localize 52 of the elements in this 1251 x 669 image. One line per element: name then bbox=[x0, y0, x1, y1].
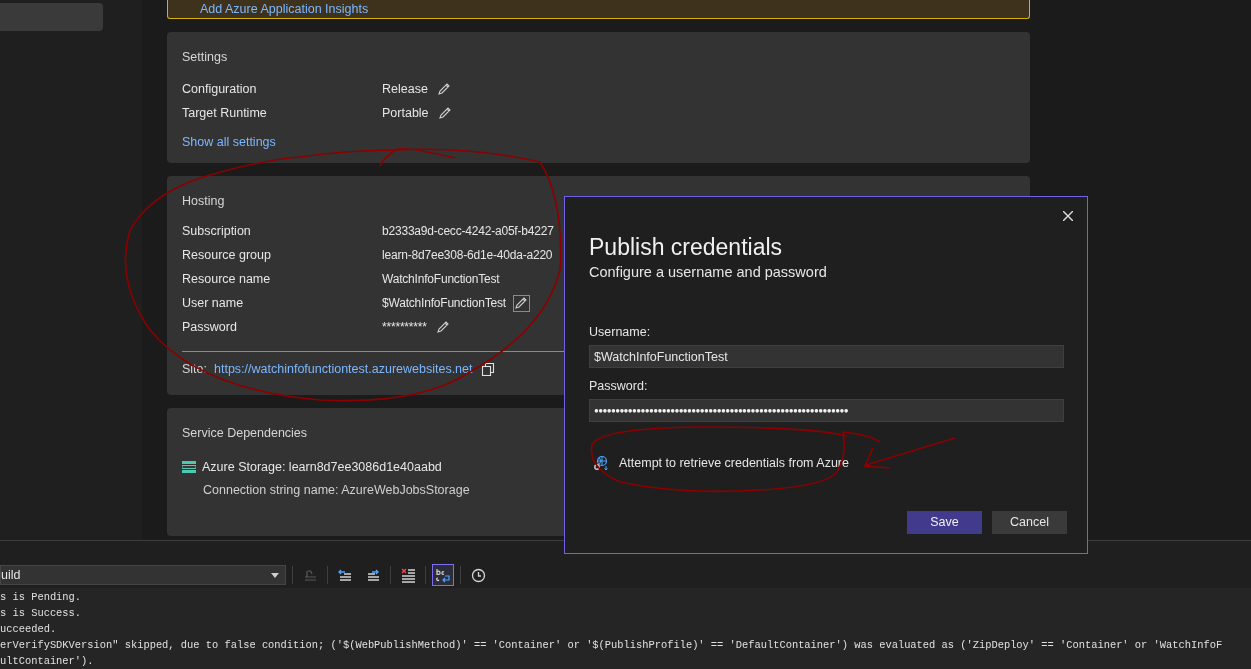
copy-icon[interactable] bbox=[480, 362, 495, 376]
card-title: Settings bbox=[182, 49, 229, 66]
storage-icon bbox=[182, 461, 196, 474]
username-field[interactable]: $WatchInfoFunctionTest bbox=[589, 345, 1064, 368]
setting-label: Target Runtime bbox=[182, 104, 268, 122]
close-button[interactable] bbox=[1061, 209, 1075, 223]
output-line: s is Success. bbox=[0, 606, 82, 621]
output-line: s is Pending. bbox=[0, 590, 82, 605]
setting-label: Configuration bbox=[182, 80, 258, 98]
caret-icon bbox=[271, 572, 279, 578]
save-button[interactable]: Save bbox=[907, 511, 982, 534]
globe-gear-icon[interactable] bbox=[593, 455, 609, 472]
edit-icon[interactable] bbox=[514, 296, 529, 310]
dependency-name: Azure Storage: learn8d7ee3086d1e40aabd bbox=[202, 459, 442, 476]
hosting-value: learn-8d7ee308-6d1e-40da-a220 bbox=[382, 247, 553, 264]
edit-icon[interactable] bbox=[436, 82, 451, 96]
clear-all-icon bbox=[399, 566, 417, 584]
edit-icon[interactable] bbox=[435, 320, 450, 334]
hosting-value: WatchInfoFunctionTest bbox=[382, 271, 500, 288]
site-link[interactable]: https://watchinfofunctiontest.azurewebsites.net bbox=[214, 359, 473, 379]
output-line: ultContainer'). bbox=[0, 654, 94, 669]
retrieve-credentials-link[interactable]: Attempt to retrieve credentials from Azure bbox=[619, 454, 849, 473]
hosting-label: Password bbox=[182, 318, 238, 336]
hosting-value: $WatchInfoFunctionTest bbox=[382, 295, 506, 312]
hosting-value: b2333a9d-cecc-4242-a05f-b4227 bbox=[382, 223, 554, 240]
edit-icon[interactable] bbox=[437, 106, 452, 120]
hosting-label: Resource name bbox=[182, 270, 272, 288]
password-label: Password: bbox=[589, 378, 649, 394]
setting-value: Release bbox=[382, 80, 428, 98]
insights-link[interactable]: Add Azure Application Insights bbox=[200, 2, 369, 16]
output-source-dropdown[interactable]: uild bbox=[0, 565, 286, 586]
username-label: Username: bbox=[589, 324, 652, 340]
output-line: ucceeded. bbox=[0, 622, 57, 637]
dialog-subtitle: Configure a username and password bbox=[589, 263, 828, 282]
output-line: erVerifySDKVersion" skipped, due to false condition; ('$(WebPublishMethod)' == 'Container' or '$(PublishProfile)' == 'DefaultContainer') was evaluated as ('ZipDeploy' == 'Container' or 'WatchInfoF bbox=[0, 638, 1223, 653]
close-icon bbox=[1063, 211, 1073, 221]
toolbar-button[interactable] bbox=[432, 564, 454, 587]
hosting-label: Subscription bbox=[182, 222, 252, 240]
hosting-value: ********** bbox=[382, 319, 427, 336]
dependency-detail: Connection string name: AzureWebJobsStorage bbox=[203, 481, 471, 499]
show-all-settings-link[interactable]: Show all settings bbox=[182, 133, 276, 152]
dialog-title: Publish credentials bbox=[589, 233, 784, 261]
hosting-label: Resource group bbox=[182, 246, 272, 264]
card-title: Service Dependencies bbox=[182, 425, 309, 442]
site-label: Site: bbox=[182, 360, 207, 378]
password-field[interactable]: ●●●●●●●●●●●●●●●●●●●●●●●●●●●●●●●●●●●●●●●●●●●●●●●●●●●●●●●●●●●● bbox=[589, 399, 1064, 422]
card-title: Hosting bbox=[182, 193, 226, 210]
cancel-button[interactable]: Cancel bbox=[992, 511, 1067, 534]
hosting-label: User name bbox=[182, 294, 245, 312]
clock-icon bbox=[469, 566, 487, 584]
word-wrap-icon bbox=[434, 566, 452, 584]
setting-value: Portable bbox=[382, 104, 429, 122]
